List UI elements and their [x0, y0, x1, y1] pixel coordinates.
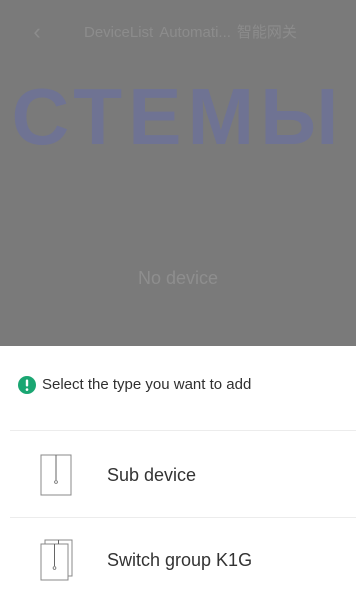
watermark-text: СТЕМЫ: [12, 86, 345, 156]
device-list-screen: ‹ DeviceList Automati... 智能网关 СТЕМЫ No d…: [0, 0, 356, 346]
switch-panel-icon: [40, 454, 72, 496]
nav-tabs: DeviceList Automati... 智能网关: [84, 21, 342, 45]
option-label: Sub device: [107, 465, 197, 485]
tab-device-list[interactable]: DeviceList: [84, 21, 153, 45]
tab-smart-gateway[interactable]: 智能网关: [237, 21, 297, 45]
option-label: Switch group K1G: [107, 550, 253, 570]
option-switch-group-k1g[interactable]: Switch group K1G: [0, 518, 356, 604]
sheet-header-text: Select the type you want to add: [42, 376, 252, 393]
info-icon: [18, 376, 36, 394]
option-sub-device[interactable]: Sub device: [0, 431, 356, 517]
nav-bar: ‹ DeviceList Automati... 智能网关: [0, 0, 356, 62]
switch-group-icon: [40, 539, 73, 581]
back-chevron-icon[interactable]: ‹: [26, 18, 48, 46]
svg-text:СТЕМЫ: СТЕМЫ: [12, 86, 345, 156]
sheet-header: Select the type you want to add: [0, 346, 356, 431]
empty-state-text: No device: [137, 268, 219, 288]
add-device-sheet: Select the type you want to add Sub devi…: [0, 346, 356, 600]
tab-automation[interactable]: Automati...: [159, 21, 231, 45]
